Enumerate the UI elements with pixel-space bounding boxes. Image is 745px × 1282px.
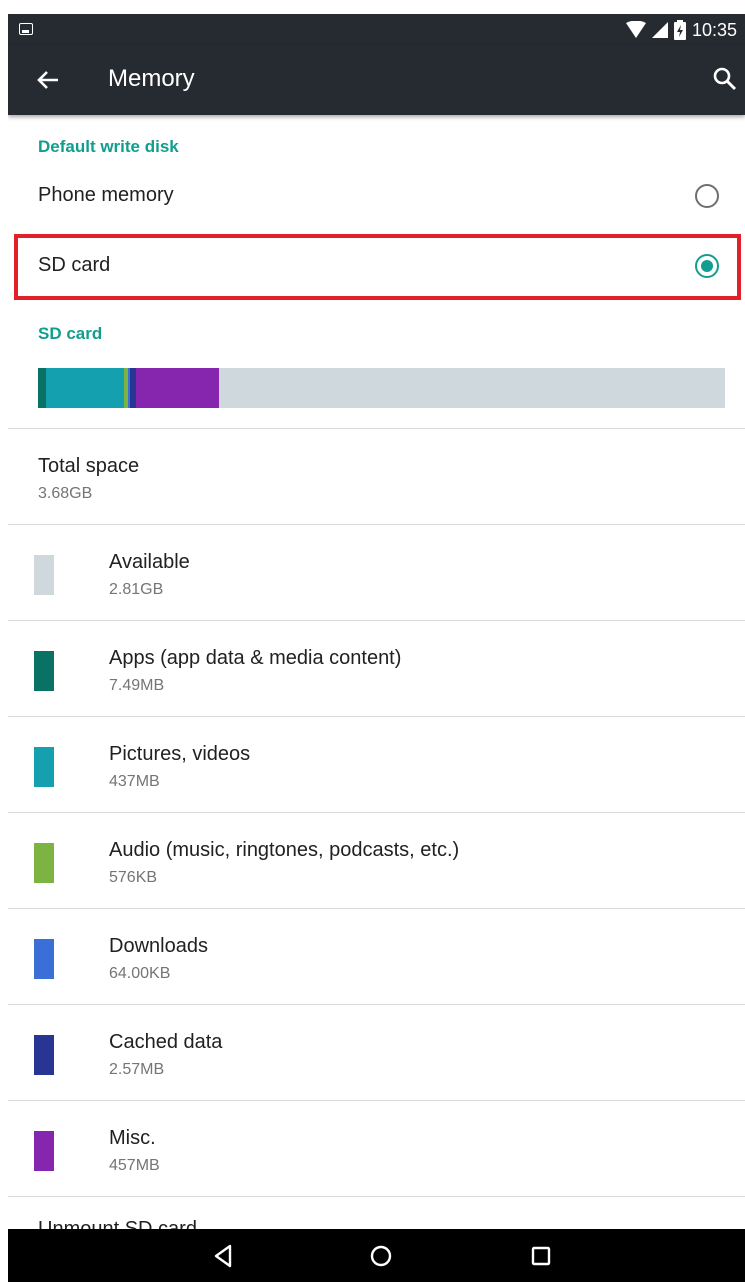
status-icons: 10:35 bbox=[625, 18, 737, 42]
search-icon[interactable] bbox=[711, 65, 739, 93]
sd-card-highlight-box bbox=[14, 234, 741, 300]
screen: 10:35 Memory Default write disk Phone me… bbox=[8, 14, 745, 1282]
storage-category-row[interactable]: Audio (music, ringtones, podcasts, etc.)… bbox=[8, 813, 745, 908]
default-write-disk-header: Default write disk bbox=[38, 137, 179, 156]
category-title: Downloads bbox=[109, 935, 208, 957]
category-title: Cached data bbox=[109, 1031, 223, 1053]
storage-category-row[interactable]: Misc. 457MB bbox=[8, 1101, 745, 1196]
category-size: 7.49MB bbox=[109, 677, 165, 694]
storage-usage-bar bbox=[38, 368, 725, 408]
battery-icon bbox=[673, 20, 686, 40]
category-color-swatch bbox=[34, 1131, 54, 1171]
divider bbox=[8, 1196, 745, 1197]
category-size: 64.00KB bbox=[109, 965, 171, 982]
storage-category-row[interactable]: Available 2.81GB bbox=[8, 525, 745, 620]
wifi-icon bbox=[625, 21, 646, 38]
total-space-label: Total space bbox=[38, 455, 140, 477]
home-circle-icon[interactable] bbox=[366, 1241, 396, 1271]
category-color-swatch bbox=[34, 1035, 54, 1075]
phone-memory-label: Phone memory bbox=[38, 184, 174, 206]
image-notification-icon bbox=[19, 23, 33, 35]
total-space-value: 3.68GB bbox=[38, 485, 93, 502]
category-size: 2.81GB bbox=[109, 581, 164, 598]
usage-segment-pictures-videos bbox=[45, 368, 124, 408]
back-arrow-icon[interactable] bbox=[34, 66, 62, 94]
category-title: Audio (music, ringtones, podcasts, etc.) bbox=[109, 839, 460, 861]
app-toolbar: Memory bbox=[8, 45, 745, 115]
status-bar: 10:35 bbox=[8, 14, 745, 45]
storage-category-row[interactable]: Apps (app data & media content) 7.49MB bbox=[8, 621, 745, 716]
category-title: Pictures, videos bbox=[109, 743, 251, 765]
category-color-swatch bbox=[34, 843, 54, 883]
usage-segment-misc bbox=[136, 368, 219, 408]
category-color-swatch bbox=[34, 651, 54, 691]
category-title: Available bbox=[109, 551, 190, 573]
recents-square-icon[interactable] bbox=[526, 1241, 556, 1271]
total-space-row: Total space 3.68GB bbox=[8, 429, 745, 524]
phone-memory-option[interactable]: Phone memory bbox=[8, 164, 745, 230]
category-color-swatch bbox=[34, 747, 54, 787]
navigation-bar bbox=[8, 1229, 745, 1282]
category-color-swatch bbox=[34, 939, 54, 979]
category-size: 2.57MB bbox=[109, 1061, 165, 1078]
status-time: 10:35 bbox=[691, 19, 737, 40]
storage-category-row[interactable]: Pictures, videos 437MB bbox=[8, 717, 745, 812]
usage-segment-apps bbox=[38, 368, 46, 408]
phone-memory-radio[interactable] bbox=[695, 184, 719, 208]
category-size: 576KB bbox=[109, 869, 158, 886]
back-triangle-icon[interactable] bbox=[208, 1241, 238, 1271]
sd-card-header: SD card bbox=[38, 324, 103, 343]
category-size: 457MB bbox=[109, 1157, 160, 1174]
category-title: Apps (app data & media content) bbox=[109, 647, 402, 669]
cell-signal-icon bbox=[651, 22, 668, 38]
category-title: Misc. bbox=[109, 1127, 156, 1149]
page-title: Memory bbox=[108, 65, 195, 92]
storage-category-row[interactable]: Downloads 64.00KB bbox=[8, 909, 745, 1004]
category-size: 437MB bbox=[109, 773, 160, 790]
category-color-swatch bbox=[34, 555, 54, 595]
storage-category-row[interactable]: Cached data 2.57MB bbox=[8, 1005, 745, 1100]
